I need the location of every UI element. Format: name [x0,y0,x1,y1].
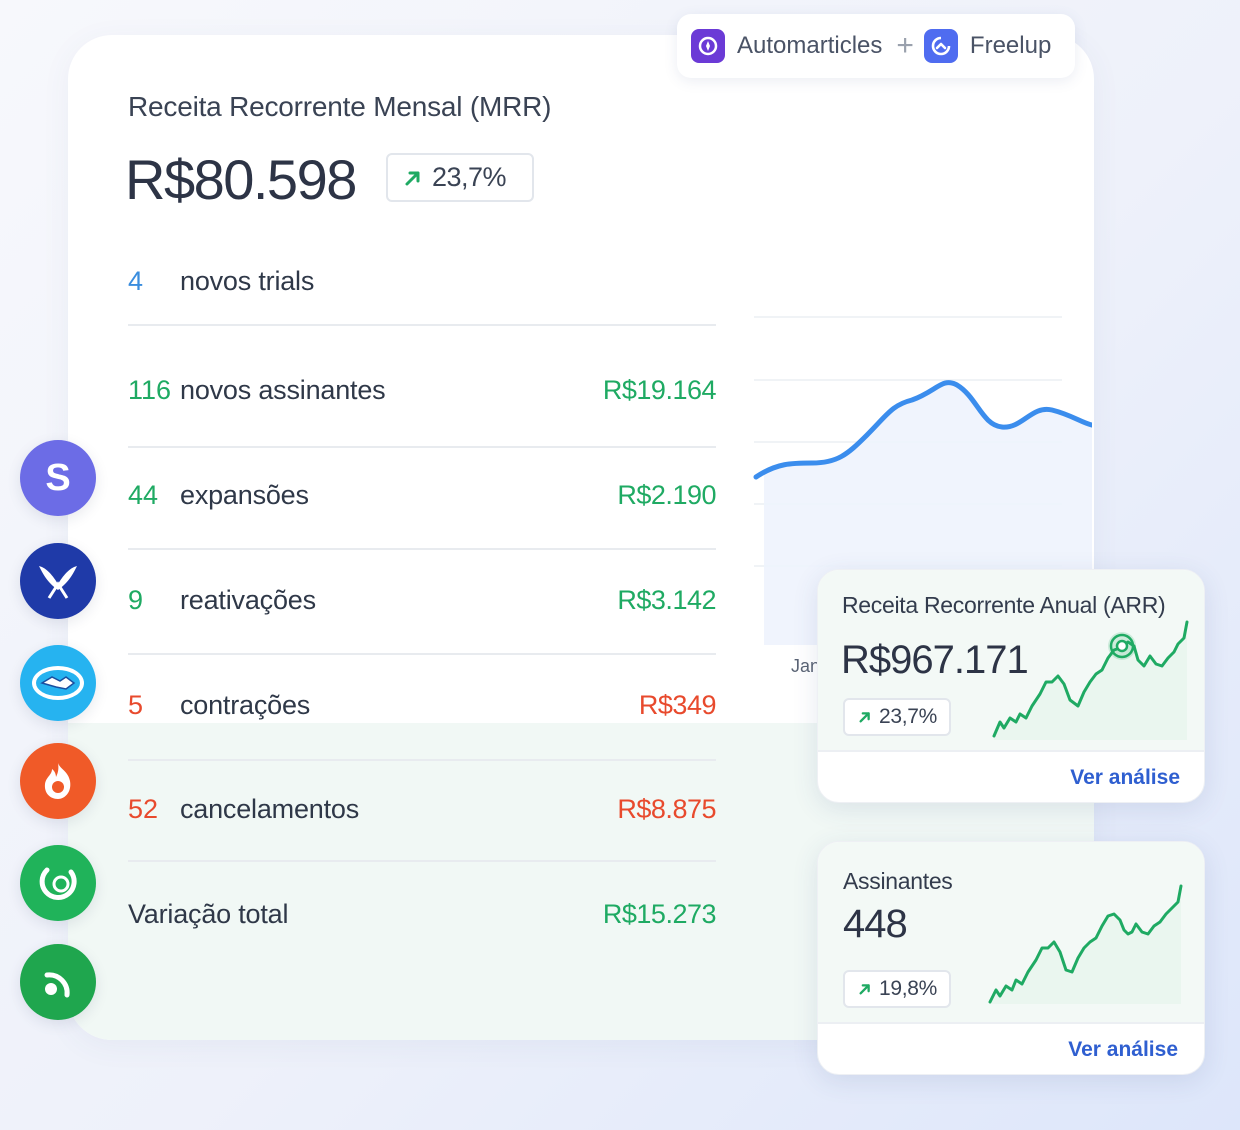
metric-label: contrações [180,689,311,720]
greenn-icon[interactable] [20,944,96,1020]
mrr-value: R$80.598 [125,148,357,211]
arr-change-value: 23,7% [879,705,938,728]
subscribers-change-badge: 19,8% [843,970,951,1008]
total-label: Variação total [128,898,289,929]
subscribers-title: Assinantes [843,868,953,894]
plus-icon: + [896,29,914,62]
chart-x-label: Jan [791,656,821,676]
arr-title: Receita Recorrente Anual (ARR) [842,592,1166,618]
metric-row-total: Variação total R$15.273 [128,862,717,966]
arr-ver-analise-link[interactable]: Ver análise [1070,766,1180,790]
automarticles-logo-icon [691,29,725,63]
svg-text:S: S [45,458,70,498]
subscribers-ver-analise-link[interactable]: Ver análise [1068,1038,1178,1062]
metric-row-cancellations: 52 cancelamentos R$8.875 [128,757,716,861]
metric-label: expansões [180,479,309,510]
metric-count: 4 [128,265,144,296]
metric-count: 9 [128,584,144,615]
arr-highlight-point [1108,632,1136,660]
integration-pill: Automarticles + Freelup [677,14,1075,78]
metric-count: 116 [128,374,172,405]
subscribers-change-value: 19,8% [879,977,938,1000]
mrr-title: Receita Recorrente Mensal (MRR) [128,91,552,122]
mrr-change-badge: 23,7% [386,153,534,202]
subscribers-card: Assinantes 448 19,8% Ver análise [817,841,1205,1075]
metric-amount: R$8.875 [617,793,716,824]
metric-count: 5 [128,689,144,720]
total-amount: R$15.273 [602,898,717,929]
kiwify-icon[interactable] [20,845,96,921]
hotmart-icon[interactable] [20,743,96,819]
freelup-logo-icon [923,29,958,63]
stripe-icon[interactable]: S [20,440,96,516]
arr-card: Receita Recorrente Anual (ARR) R$967.171… [817,569,1205,803]
metric-row-trials: 4 novos trials [128,229,716,333]
arr-change-badge: 23,7% [843,698,951,736]
metric-label: novos assinantes [180,374,386,405]
metric-amount: R$19.164 [602,374,717,405]
subscribers-sparkline [988,884,1183,1004]
metric-label: cancelamentos [180,793,360,824]
arr-sparkline [992,620,1189,740]
metric-label: reativações [180,584,316,615]
metric-amount: R$2.190 [617,479,716,510]
metric-row-new-subscribers: 116 novos assinantes R$19.164 [128,338,717,442]
metric-amount: R$3.142 [617,584,716,615]
arrow-up-right-icon [857,981,873,997]
metric-label: novos trials [180,265,315,296]
mrr-change-value: 23,7% [432,162,507,192]
metric-count: 52 [128,793,159,824]
arrow-up-right-icon [402,167,424,189]
subscribers-value: 448 [843,902,908,946]
integration-app2: Freelup [969,32,1052,59]
metric-count: 44 [128,479,159,510]
integration-app1: Automarticles [737,32,883,59]
divider [128,324,716,326]
arrow-up-right-icon [857,709,873,725]
metric-amount: R$349 [638,689,717,720]
metric-row-reactivations: 9 reativações R$3.142 [128,548,716,652]
eduzz-icon[interactable] [20,543,96,619]
card-divider [818,1022,1204,1024]
card-divider [818,750,1204,752]
mercado-pago-icon[interactable] [20,645,96,721]
metric-row-expansions: 44 expansões R$2.190 [128,443,716,547]
metric-row-contractions: 5 contrações R$349 [128,653,717,757]
